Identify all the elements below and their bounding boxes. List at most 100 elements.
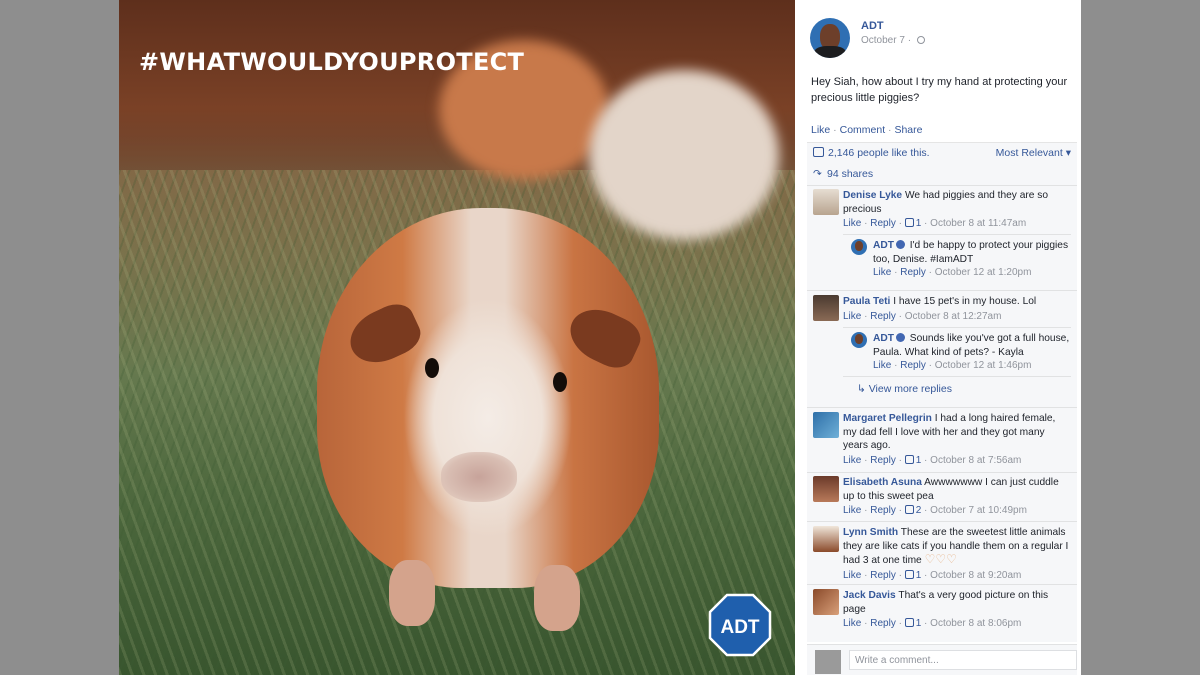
adt-reply-avatar[interactable] — [851, 332, 867, 348]
reply-author[interactable]: ADT — [873, 240, 894, 251]
reaction-count[interactable]: 1 — [916, 618, 922, 629]
comment-author[interactable]: Denise Lyke — [843, 190, 902, 201]
comment-time[interactable]: October 8 at 12:27am — [905, 311, 1002, 322]
reply-reply-button[interactable]: Reply — [900, 360, 926, 371]
comment-meta: Like · Reply · 1 · October 8 at 9:20am — [843, 569, 1022, 581]
reply-author[interactable]: ADT — [873, 333, 894, 344]
share-arrow-icon: ↷ — [813, 168, 822, 180]
comment-author[interactable]: Lynn Smith — [843, 527, 898, 538]
commenter-avatar[interactable] — [813, 526, 839, 552]
comment-like-button[interactable]: Like — [843, 455, 861, 466]
reply-meta: Like · Reply · October 12 at 1:46pm — [873, 360, 1032, 371]
write-comment-row: Write a comment... — [807, 644, 1077, 675]
adt-logo-icon: ADT — [708, 593, 772, 657]
guinea-pig-foot — [389, 560, 435, 626]
reaction-count[interactable]: 1 — [916, 570, 922, 581]
reply-time[interactable]: October 12 at 1:20pm — [935, 267, 1032, 278]
divider — [807, 407, 1077, 408]
comment-time[interactable]: October 7 at 10:49pm — [930, 505, 1027, 516]
likes-count-link[interactable]: 2,146 people like this. — [813, 147, 930, 159]
comment-like-button[interactable]: Like — [843, 570, 861, 581]
post-photo[interactable] — [119, 0, 795, 675]
comment-reply-button[interactable]: Reply — [870, 455, 896, 466]
reaction-count[interactable]: 1 — [916, 455, 922, 466]
comment-button[interactable]: Comment — [840, 124, 886, 136]
comment-reply-button[interactable]: Reply — [870, 618, 896, 629]
guinea-pig — [317, 208, 659, 588]
reply-meta: Like · Reply · October 12 at 1:20pm — [873, 267, 1032, 278]
post-sidebar: ADT October 7 · Hey Siah, how about I tr… — [795, 0, 1081, 675]
user-avatar — [815, 650, 841, 674]
comment-author[interactable]: Paula Teti — [843, 296, 890, 307]
post-date[interactable]: October 7 · — [861, 35, 925, 46]
divider — [807, 290, 1077, 291]
comment-like-button[interactable]: Like — [843, 505, 861, 516]
post-date-text: October 7 — [861, 35, 905, 46]
likes-count-text: 2,146 people like this. — [828, 147, 930, 159]
thumbs-up-icon — [904, 454, 914, 464]
comment-sort-dropdown[interactable]: Most Relevant ▾ — [996, 147, 1071, 159]
post-actions: Like · Comment · Share — [811, 124, 923, 136]
adt-reply-avatar[interactable] — [851, 239, 867, 255]
shares-count-link[interactable]: ↷ 94 shares — [813, 168, 873, 180]
comment-reply-button[interactable]: Reply — [870, 505, 896, 516]
comment-author[interactable]: Jack Davis — [843, 590, 896, 601]
reply-like-button[interactable]: Like — [873, 267, 891, 278]
thumbs-up-icon — [904, 505, 914, 514]
post-author-link[interactable]: ADT — [861, 20, 884, 32]
comment-like-button[interactable]: Like — [843, 218, 861, 229]
divider — [843, 234, 1071, 235]
comment-meta: Like · Reply · October 8 at 12:27am — [843, 310, 1002, 322]
guinea-pig-eye — [553, 372, 567, 392]
comment-text: I have 15 pet's in my house. Lol — [893, 296, 1037, 307]
thumbs-up-icon — [904, 218, 914, 227]
reaction-count[interactable]: 2 — [916, 505, 922, 516]
commenter-avatar[interactable] — [813, 589, 839, 615]
comment-author[interactable]: Elisabeth Asuna — [843, 477, 922, 488]
heart-emoji-icons: ♡♡♡ — [924, 552, 957, 566]
shares-count-text: 94 shares — [827, 168, 874, 180]
share-button[interactable]: Share — [894, 124, 922, 136]
comment-reply-button[interactable]: Reply — [870, 570, 896, 581]
verified-badge-icon — [895, 333, 905, 342]
commenter-avatar[interactable] — [813, 189, 839, 215]
comment-reply-button[interactable]: Reply — [870, 218, 896, 229]
comment-meta: Like · Reply · 1 · October 8 at 7:56am — [843, 454, 1022, 466]
divider — [807, 185, 1077, 186]
background-guinea-pig — [589, 70, 779, 240]
comment-meta: Like · Reply · 1 · October 8 at 8:06pm — [843, 618, 1022, 629]
thumbs-up-icon — [904, 569, 914, 579]
reaction-count[interactable]: 1 — [916, 218, 922, 229]
guinea-pig-nose — [441, 452, 517, 502]
thumbs-up-icon — [904, 618, 914, 627]
caret-down-icon: ▾ — [1062, 147, 1071, 159]
comment-input[interactable]: Write a comment... — [849, 650, 1077, 670]
commenter-avatar[interactable] — [813, 476, 839, 502]
adt-avatar[interactable] — [810, 18, 850, 58]
comment-time[interactable]: October 8 at 11:47am — [930, 218, 1026, 229]
comment-time[interactable]: October 8 at 8:06pm — [930, 618, 1021, 629]
divider — [807, 521, 1077, 522]
divider — [843, 376, 1071, 377]
reply-reply-button[interactable]: Reply — [900, 267, 926, 278]
campaign-hashtag: #WHATWOULDYOUPROTECT — [139, 48, 525, 76]
commenter-avatar[interactable] — [813, 412, 839, 438]
comment-time[interactable]: October 8 at 9:20am — [930, 570, 1021, 581]
sort-label: Most Relevant — [995, 147, 1063, 159]
comment-time[interactable]: October 8 at 7:56am — [930, 455, 1021, 466]
comment-meta: Like · Reply · 1 · October 8 at 11:47am — [843, 218, 1027, 229]
comment-reply-button[interactable]: Reply — [870, 311, 896, 322]
divider — [843, 327, 1071, 328]
comment-like-button[interactable]: Like — [843, 618, 861, 629]
view-more-replies-link[interactable]: ↳ View more replies — [857, 383, 952, 395]
comment-like-button[interactable]: Like — [843, 311, 861, 322]
reply-arrow-icon: ↳ — [857, 383, 869, 395]
view-more-replies-text: View more replies — [868, 383, 952, 395]
divider — [807, 472, 1077, 473]
commenter-avatar[interactable] — [813, 295, 839, 321]
comment-author[interactable]: Margaret Pellegrin — [843, 413, 932, 424]
adt-logo-text: ADT — [720, 617, 759, 638]
reply-time[interactable]: October 12 at 1:46pm — [935, 360, 1032, 371]
reply-like-button[interactable]: Like — [873, 360, 891, 371]
like-button[interactable]: Like — [811, 124, 830, 136]
